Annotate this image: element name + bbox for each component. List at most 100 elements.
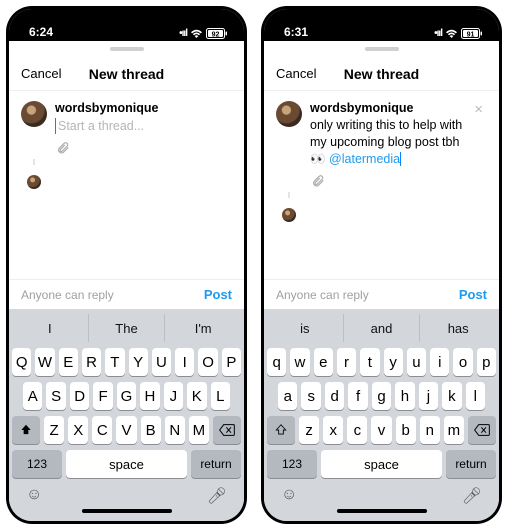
key[interactable]: r (337, 348, 356, 376)
key[interactable]: U (152, 348, 171, 376)
suggestion[interactable]: is (267, 314, 343, 342)
key[interactable]: d (325, 382, 344, 410)
key[interactable]: T (105, 348, 124, 376)
key[interactable]: k (442, 382, 461, 410)
suggestion[interactable]: I'm (164, 314, 241, 342)
home-indicator[interactable] (82, 509, 172, 513)
key[interactable]: u (407, 348, 426, 376)
return-key[interactable]: return (446, 450, 496, 478)
numeric-key[interactable]: 123 (267, 450, 317, 478)
reply-avatar[interactable] (27, 175, 41, 189)
shift-key[interactable] (12, 416, 40, 444)
keyboard[interactable]: I The I'm QWERTYUIOP ASDFGHJKL ZXCVBNM 1… (9, 309, 244, 521)
username[interactable]: wordsbymonique (310, 101, 466, 115)
key[interactable]: w (290, 348, 309, 376)
key[interactable]: D (70, 382, 89, 410)
post-button[interactable]: Post (204, 287, 232, 302)
key[interactable]: S (46, 382, 65, 410)
key[interactable]: N (165, 416, 185, 444)
key[interactable]: Y (129, 348, 148, 376)
emoji-key-icon[interactable]: ☺ (26, 486, 42, 506)
key[interactable]: o (453, 348, 472, 376)
key-row-4: 123 space return (267, 450, 496, 478)
mic-icon[interactable]: 🎤︎ (207, 486, 227, 506)
key[interactable]: J (164, 382, 183, 410)
thread-input[interactable]: only writing this to help with my upcomi… (310, 117, 466, 168)
cursor (400, 152, 401, 166)
key[interactable]: E (59, 348, 78, 376)
home-indicator[interactable] (337, 509, 427, 513)
reply-audience[interactable]: Anyone can reply (21, 288, 114, 302)
emoji-key-icon[interactable]: ☺ (281, 486, 297, 506)
battery-icon: 92 (206, 28, 228, 39)
key[interactable]: i (430, 348, 449, 376)
thread-line (33, 159, 35, 165)
key[interactable]: q (267, 348, 286, 376)
suggestion[interactable]: and (343, 314, 420, 342)
key[interactable]: x (323, 416, 343, 444)
avatar[interactable] (21, 101, 47, 127)
cancel-button[interactable]: Cancel (276, 66, 316, 81)
suggestion[interactable]: has (419, 314, 496, 342)
key[interactable]: t (360, 348, 379, 376)
backspace-key[interactable] (213, 416, 241, 444)
key[interactable]: y (384, 348, 403, 376)
key[interactable]: I (175, 348, 194, 376)
key[interactable]: G (117, 382, 136, 410)
mention[interactable]: @latermedia (329, 152, 400, 166)
key[interactable]: V (116, 416, 136, 444)
key[interactable]: j (419, 382, 438, 410)
username[interactable]: wordsbymonique (55, 101, 232, 115)
key[interactable]: n (420, 416, 440, 444)
reply-avatar[interactable] (282, 208, 296, 222)
suggestion[interactable]: The (88, 314, 165, 342)
key[interactable]: f (348, 382, 367, 410)
reply-audience[interactable]: Anyone can reply (276, 288, 369, 302)
key[interactable]: C (92, 416, 112, 444)
key[interactable]: p (477, 348, 496, 376)
return-key[interactable]: return (191, 450, 241, 478)
key[interactable]: a (278, 382, 297, 410)
key[interactable]: R (82, 348, 101, 376)
paperclip-icon[interactable] (311, 174, 466, 188)
backspace-key[interactable] (468, 416, 496, 444)
key[interactable]: P (222, 348, 241, 376)
key[interactable]: Q (12, 348, 31, 376)
key[interactable]: K (187, 382, 206, 410)
cancel-button[interactable]: Cancel (21, 66, 61, 81)
key[interactable]: b (396, 416, 416, 444)
paperclip-icon[interactable] (56, 141, 232, 155)
key[interactable]: c (347, 416, 367, 444)
sheet-handle (9, 41, 244, 57)
suggestion[interactable]: I (12, 314, 88, 342)
numeric-key[interactable]: 123 (12, 450, 62, 478)
key[interactable]: Z (44, 416, 64, 444)
thread-line (288, 192, 290, 198)
keyboard[interactable]: is and has qwertyuiop asdfghjkl zxcvbnm … (264, 309, 499, 521)
mic-icon[interactable]: 🎤︎ (462, 486, 482, 506)
key[interactable]: X (68, 416, 88, 444)
key[interactable]: z (299, 416, 319, 444)
key[interactable]: B (141, 416, 161, 444)
clear-icon[interactable]: × (474, 101, 487, 118)
key[interactable]: s (301, 382, 320, 410)
key[interactable]: H (140, 382, 159, 410)
key[interactable]: m (444, 416, 464, 444)
key[interactable]: M (189, 416, 209, 444)
shift-key[interactable] (267, 416, 295, 444)
key[interactable]: e (314, 348, 333, 376)
key[interactable]: l (466, 382, 485, 410)
key[interactable]: v (371, 416, 391, 444)
thread-input[interactable]: Start a thread... (55, 118, 144, 134)
space-key[interactable]: space (321, 450, 442, 478)
key[interactable]: L (211, 382, 230, 410)
space-key[interactable]: space (66, 450, 187, 478)
key[interactable]: h (395, 382, 414, 410)
key[interactable]: F (93, 382, 112, 410)
avatar[interactable] (276, 101, 302, 127)
key[interactable]: O (198, 348, 217, 376)
key[interactable]: W (35, 348, 54, 376)
key[interactable]: A (23, 382, 42, 410)
key[interactable]: g (372, 382, 391, 410)
post-button[interactable]: Post (459, 287, 487, 302)
